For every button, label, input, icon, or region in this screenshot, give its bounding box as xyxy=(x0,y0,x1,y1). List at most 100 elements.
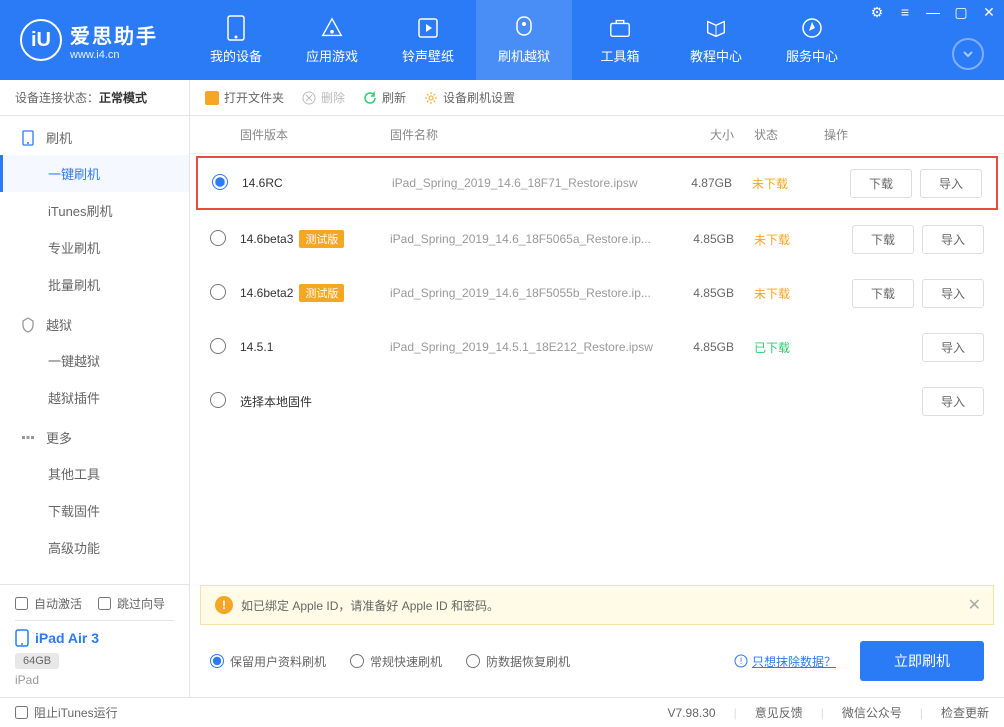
warning-icon: ! xyxy=(215,596,233,614)
window-controls: ⚙ ≡ — ▢ ✕ xyxy=(868,4,998,21)
nav-icon xyxy=(512,16,536,40)
device-name[interactable]: iPad Air 3 xyxy=(15,629,174,647)
sidebar-item[interactable]: iTunes刷机 xyxy=(0,192,189,229)
menu-icon[interactable]: ≡ xyxy=(896,4,914,21)
refresh-button[interactable]: 刷新 xyxy=(363,89,406,106)
anti-recovery-option[interactable]: 防数据恢复刷机 xyxy=(466,653,570,670)
block-itunes-checkbox[interactable] xyxy=(15,706,28,719)
fw-status: 已下载 xyxy=(754,339,824,356)
auto-activate-label: 自动激活 xyxy=(34,595,82,612)
sidebar-group-0[interactable]: 刷机 xyxy=(0,116,189,155)
nav-tab-6[interactable]: 服务中心 xyxy=(764,0,860,80)
fw-size: 4.87GB xyxy=(672,176,752,190)
firmware-radio[interactable] xyxy=(212,174,228,190)
close-icon[interactable]: ✕ xyxy=(980,4,998,21)
device-settings-button[interactable]: 设备刷机设置 xyxy=(424,89,515,106)
firmware-radio[interactable] xyxy=(210,230,226,246)
sidebar-item[interactable]: 一键刷机 xyxy=(0,155,189,192)
download-button[interactable]: 下载 xyxy=(852,225,914,254)
info-icon: ! xyxy=(734,654,748,668)
beta-badge: 测试版 xyxy=(299,230,344,248)
fw-size: 4.85GB xyxy=(674,286,754,300)
nav-icon xyxy=(320,16,344,40)
sidebar-item[interactable]: 其他工具 xyxy=(0,455,189,492)
import-button[interactable]: 导入 xyxy=(922,387,984,416)
sidebar-item[interactable]: 专业刷机 xyxy=(0,229,189,266)
device-storage: 64GB xyxy=(15,653,59,669)
beta-badge: 测试版 xyxy=(299,284,344,302)
delete-icon xyxy=(302,91,316,105)
nav-tab-4[interactable]: 工具箱 xyxy=(572,0,668,80)
check-update-link[interactable]: 检查更新 xyxy=(941,704,989,721)
nav-icon xyxy=(224,16,248,40)
minimize-icon[interactable]: — xyxy=(924,4,942,21)
wipe-only-link[interactable]: ! 只想抹除数据？ xyxy=(734,653,836,670)
sidebar-group-2[interactable]: 更多 xyxy=(0,416,189,455)
fw-version: 14.5.1 xyxy=(240,340,390,354)
col-version: 固件版本 xyxy=(240,126,390,143)
normal-flash-option[interactable]: 常规快速刷机 xyxy=(350,653,442,670)
sidebar-item[interactable]: 越狱插件 xyxy=(0,379,189,416)
collapse-arrow-icon[interactable] xyxy=(952,38,984,70)
local-firmware-row[interactable]: 选择本地固件导入 xyxy=(190,374,1004,428)
fw-status: 未下载 xyxy=(752,175,822,192)
logo-subtitle: www.i4.cn xyxy=(70,49,158,61)
firmware-row[interactable]: 14.5.1iPad_Spring_2019_14.5.1_18E212_Res… xyxy=(190,320,1004,374)
wechat-link[interactable]: 微信公众号 xyxy=(842,704,902,721)
table-header: 固件版本 固件名称 大小 状态 操作 xyxy=(190,116,1004,154)
maximize-icon[interactable]: ▢ xyxy=(952,4,970,21)
col-name: 固件名称 xyxy=(390,126,674,143)
open-folder-button[interactable]: 打开文件夹 xyxy=(205,89,284,106)
settings-icon[interactable]: ⚙ xyxy=(868,4,886,21)
warning-close-icon[interactable]: ✕ xyxy=(968,595,981,615)
col-size: 大小 xyxy=(674,126,754,143)
import-button[interactable]: 导入 xyxy=(922,225,984,254)
sidebar-group-1[interactable]: 越狱 xyxy=(0,303,189,342)
toolbar: 打开文件夹 删除 刷新 设备刷机设置 xyxy=(190,80,1004,116)
download-button[interactable]: 下载 xyxy=(850,169,912,198)
sidebar-item[interactable]: 高级功能 xyxy=(0,529,189,566)
sidebar-item[interactable]: 批量刷机 xyxy=(0,266,189,303)
firmware-row[interactable]: 14.6beta2 测试版iPad_Spring_2019_14.6_18F50… xyxy=(190,266,1004,320)
nav-tab-0[interactable]: 我的设备 xyxy=(188,0,284,80)
device-type: iPad xyxy=(15,673,174,687)
sidebar: 设备连接状态：正常模式 刷机一键刷机iTunes刷机专业刷机批量刷机越狱一键越狱… xyxy=(0,80,190,697)
keep-data-option[interactable]: 保留用户资料刷机 xyxy=(210,653,326,670)
warning-banner: ! 如已绑定 Apple ID，请准备好 Apple ID 和密码。 ✕ xyxy=(200,585,994,625)
firmware-radio[interactable] xyxy=(210,284,226,300)
app-version: V7.98.30 xyxy=(668,706,716,720)
nav-tab-5[interactable]: 教程中心 xyxy=(668,0,764,80)
fw-name: iPad_Spring_2019_14.6_18F5065a_Restore.i… xyxy=(390,232,674,246)
delete-button[interactable]: 删除 xyxy=(302,89,345,106)
nav-icon xyxy=(608,16,632,40)
folder-icon xyxy=(205,91,219,105)
nav-tab-2[interactable]: 铃声壁纸 xyxy=(380,0,476,80)
sidebar-item[interactable]: 下载固件 xyxy=(0,492,189,529)
nav-tab-1[interactable]: 应用游戏 xyxy=(284,0,380,80)
firmware-radio[interactable] xyxy=(210,392,226,408)
firmware-row[interactable]: 14.6RCiPad_Spring_2019_14.6_18F71_Restor… xyxy=(196,156,998,210)
fw-name: iPad_Spring_2019_14.5.1_18E212_Restore.i… xyxy=(390,340,674,354)
fw-name: iPad_Spring_2019_14.6_18F5055b_Restore.i… xyxy=(390,286,674,300)
download-button[interactable]: 下载 xyxy=(852,279,914,308)
skip-guide-label: 跳过向导 xyxy=(117,595,165,612)
skip-guide-checkbox[interactable] xyxy=(98,597,111,610)
fw-status: 未下载 xyxy=(754,231,824,248)
auto-activate-checkbox[interactable] xyxy=(15,597,28,610)
feedback-link[interactable]: 意见反馈 xyxy=(755,704,803,721)
group-icon xyxy=(20,430,36,446)
flash-now-button[interactable]: 立即刷机 xyxy=(860,641,984,681)
firmware-radio[interactable] xyxy=(210,338,226,354)
import-button[interactable]: 导入 xyxy=(920,169,982,198)
fw-name: iPad_Spring_2019_14.6_18F71_Restore.ipsw xyxy=(392,176,672,190)
sidebar-item[interactable]: 一键越狱 xyxy=(0,342,189,379)
import-button[interactable]: 导入 xyxy=(922,333,984,362)
app-header: iU 爱思助手 www.i4.cn 我的设备应用游戏铃声壁纸刷机越狱工具箱教程中… xyxy=(0,0,1004,80)
connection-status: 设备连接状态：正常模式 xyxy=(0,80,189,116)
nav-tab-3[interactable]: 刷机越狱 xyxy=(476,0,572,80)
svg-text:!: ! xyxy=(740,656,743,666)
firmware-row[interactable]: 14.6beta3 测试版iPad_Spring_2019_14.6_18F50… xyxy=(190,212,1004,266)
import-button[interactable]: 导入 xyxy=(922,279,984,308)
flash-options: 保留用户资料刷机 常规快速刷机 防数据恢复刷机 ! 只想抹除数据？ 立即刷机 xyxy=(190,625,1004,697)
nav-icon xyxy=(800,16,824,40)
